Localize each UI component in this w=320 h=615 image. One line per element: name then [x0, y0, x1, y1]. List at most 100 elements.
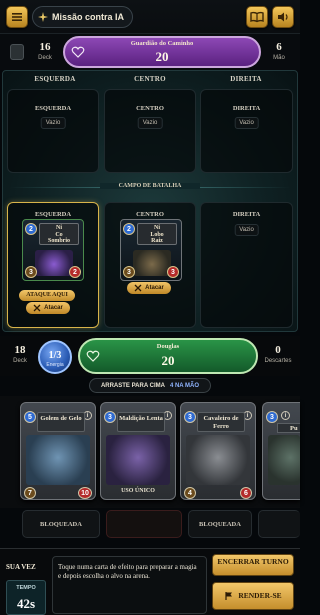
- swords-icon: [134, 284, 142, 292]
- card-tag: USO ÚNICO: [121, 488, 155, 494]
- attack-button-label: Atacar: [145, 285, 164, 291]
- cost-orb: 3: [104, 411, 116, 423]
- card-art: [133, 250, 171, 276]
- opponent-hp: 20: [155, 49, 169, 64]
- enemy-lane: ESQUERDA CENTRO DIREITA ESQUERDA Vazio C…: [0, 73, 300, 178]
- card-art: [186, 435, 250, 485]
- card-name-plate: Ni Lobo Raiz: [137, 223, 177, 245]
- player-slot-center[interactable]: CENTRO 2 Ni Lobo Raiz 3 3 Atacar: [104, 202, 196, 328]
- hand-card[interactable]: 3 i Maldição Lenta USO ÚNICO: [100, 402, 176, 500]
- battlefield-label: CAMPO DE BATALHA: [100, 183, 200, 189]
- enemy-slot-right[interactable]: DIREITA Vazio: [200, 89, 293, 173]
- attack-button[interactable]: Atacar: [127, 282, 171, 294]
- hand-card[interactable]: 3 i Cavaleiro de Ferro 4 6: [180, 402, 256, 500]
- instruction-text: Toque numa carta de efeito para preparar…: [58, 563, 197, 580]
- end-turn-button[interactable]: ENCERRAR TURNO: [212, 554, 294, 576]
- info-icon[interactable]: i: [281, 411, 290, 420]
- attack-orb: 3: [25, 266, 37, 278]
- card-name-plate: Ni Co Sombrio: [39, 223, 79, 245]
- column-right-header: DIREITA: [230, 75, 262, 83]
- rules-book-button[interactable]: [246, 6, 268, 28]
- flag-icon: [225, 592, 233, 600]
- opponent-deck-icon: [10, 44, 24, 60]
- player-health-bar: Douglas 20: [78, 338, 258, 374]
- player-slot-right[interactable]: DIREITA Vazio: [200, 202, 293, 328]
- energy-orb: 1/3 Energia: [38, 340, 72, 374]
- sparkle-icon: [38, 12, 48, 22]
- slot-label: DIREITA: [232, 211, 261, 218]
- end-turn-label: ENCERRAR TURNO: [217, 557, 289, 566]
- hand-hint: ARRASTE PARA CIMA 4 NA MÃO: [89, 378, 211, 393]
- card-title: Golem de Gelo: [37, 412, 85, 432]
- cost-orb: 3: [266, 411, 278, 423]
- speaker-icon: [278, 12, 288, 22]
- hand-card[interactable]: 5 i Golem de Gelo 7 10: [20, 402, 96, 500]
- column-left-header: ESQUERDA: [34, 75, 76, 83]
- surrender-button[interactable]: RENDER-SE: [212, 582, 294, 610]
- timer-label: TEMPO: [16, 585, 36, 591]
- slot-label: CENTRO: [136, 105, 164, 112]
- column-center-header: CENTRO: [134, 75, 166, 83]
- board-card[interactable]: 2 Ni Co Sombrio 3 2: [22, 219, 84, 281]
- menu-button[interactable]: [6, 6, 28, 28]
- card-art: [26, 435, 90, 485]
- opponent-hand-count: 6: [276, 41, 282, 53]
- turn-label: SUA VEZ: [6, 563, 36, 571]
- attack-orb: 7: [24, 487, 36, 499]
- player-slot-left[interactable]: ESQUERDA 2 Ni Co Sombrio 3 2 ATAQUE AQUI…: [7, 202, 99, 328]
- mode-title-pill: Missão contra IA: [32, 6, 134, 28]
- card-name-line: Raiz: [151, 238, 163, 244]
- cost-orb: 2: [123, 223, 135, 235]
- enemy-slot-center[interactable]: CENTRO Vazio: [104, 89, 196, 173]
- player-deck-count: 18: [14, 344, 26, 356]
- card-title: Maldição Lenta: [117, 412, 165, 432]
- attack-button-label: Atacar: [44, 305, 63, 311]
- player-deck-label: Deck: [13, 358, 27, 364]
- mode-title: Missão contra IA: [52, 12, 125, 22]
- timer-value: 42s: [16, 596, 36, 611]
- timer-box: TEMPO 42s: [6, 580, 46, 615]
- surrender-label: RENDER-SE: [238, 591, 282, 600]
- hand-card[interactable]: 3 i Pu: [262, 402, 300, 500]
- blocked-slot: BLOQUEADA: [188, 510, 252, 538]
- health-orb: 3: [167, 266, 179, 278]
- swords-icon: [33, 304, 41, 312]
- health-orb: 2: [69, 266, 81, 278]
- sound-button[interactable]: [272, 6, 294, 28]
- slot-empty-text: Vazio: [40, 117, 66, 129]
- hand-count: 4 NA MÃO: [169, 382, 200, 389]
- card-title: Cavaleiro de Ferro: [197, 412, 245, 432]
- attack-orb: 3: [123, 266, 135, 278]
- player-lane: ESQUERDA 2 Ni Co Sombrio 3 2 ATAQUE AQUI…: [0, 200, 300, 330]
- slot-empty-text: Vazio: [137, 117, 163, 129]
- opponent-deck-count: 16: [39, 41, 51, 53]
- energy-label: Energia: [46, 362, 64, 368]
- discard-label: Descartes: [264, 358, 292, 364]
- card-title: Pu: [277, 423, 300, 433]
- player-hp: 20: [161, 353, 175, 368]
- health-orb: 6: [240, 487, 252, 499]
- blocked-slot: BLOQUEADA: [22, 510, 100, 538]
- card-art: [35, 250, 73, 276]
- instruction-box: Toque numa carta de efeito para preparar…: [52, 556, 207, 614]
- attack-orb: 4: [184, 487, 196, 499]
- slot-label: CENTRO: [136, 211, 164, 218]
- energy-value: 1/3: [48, 350, 62, 361]
- board-card[interactable]: 2 Ni Lobo Raiz 3 3: [120, 219, 182, 281]
- card-name-line: Sombrio: [47, 238, 70, 244]
- attack-here-label: ATAQUE AQUI: [19, 290, 75, 301]
- player-name: Douglas: [156, 343, 180, 350]
- attack-button[interactable]: Atacar: [26, 302, 70, 314]
- blocked-slot: [106, 510, 182, 538]
- blocked-slot: [258, 510, 300, 538]
- health-orb: 10: [78, 487, 92, 499]
- slot-label: ESQUERDA: [34, 211, 72, 218]
- cost-orb: 5: [24, 411, 36, 423]
- top-bar: Missão contra IA: [0, 0, 300, 34]
- cost-orb: 3: [184, 411, 196, 423]
- cost-orb: 2: [25, 223, 37, 235]
- drag-prompt: ARRASTE PARA CIMA: [100, 382, 165, 389]
- slot-label: DIREITA: [232, 105, 261, 112]
- enemy-slot-left[interactable]: ESQUERDA Vazio: [7, 89, 99, 173]
- book-icon: [250, 11, 264, 23]
